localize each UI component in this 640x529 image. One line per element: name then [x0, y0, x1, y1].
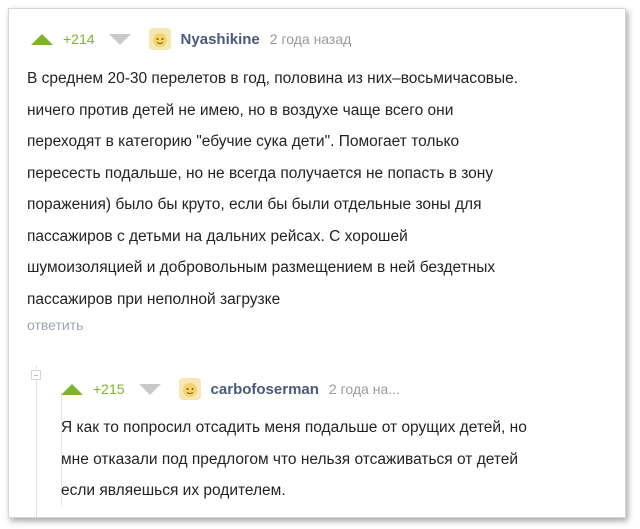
- reply-link[interactable]: ответить: [27, 317, 83, 333]
- avatar[interactable]: [178, 378, 201, 400]
- comment-rating: +215: [93, 381, 125, 397]
- comment-author[interactable]: carbofoserman: [211, 381, 319, 398]
- comment-rating: +214: [63, 31, 95, 47]
- avatar[interactable]: [148, 28, 171, 50]
- downvote-icon[interactable]: [138, 383, 161, 395]
- upvote-icon[interactable]: [31, 33, 53, 45]
- upvote-icon[interactable]: [61, 383, 83, 395]
- collapse-thread-icon[interactable]: [31, 370, 41, 380]
- avatar-face-icon: [178, 378, 201, 400]
- avatar-face-icon: [148, 28, 171, 50]
- comment-text: Я как то попросил отсадить меня подальше…: [61, 419, 527, 499]
- comment-time: 2 года на...: [328, 381, 400, 397]
- downvote-icon[interactable]: [108, 33, 131, 45]
- comment-author[interactable]: Nyashikine: [181, 31, 260, 48]
- comment-text: В среднем 20-30 перелетов в год, половин…: [27, 70, 519, 308]
- comment-header: +214 Nyashikine 2 года назад: [31, 27, 351, 51]
- comment-thread: +214 Nyashikine 2 года назад В среднем 2…: [8, 8, 626, 518]
- thread-line: [36, 365, 37, 517]
- comment-time: 2 года назад: [269, 31, 352, 47]
- comment-header: +215 carbofoserman 2 года на...: [61, 377, 400, 401]
